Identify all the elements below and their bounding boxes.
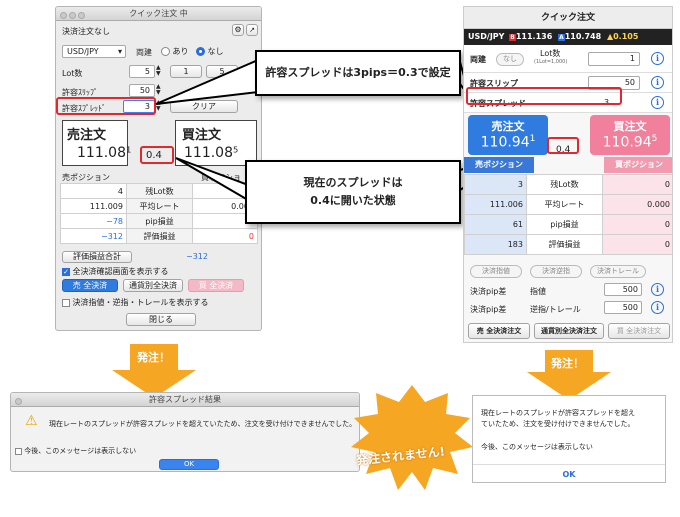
burst-icon	[351, 385, 473, 490]
mdialog-line1: 現在レートのスプレッドが許容スプレッドを超え	[481, 409, 635, 417]
mobile-result-dialog: 現在レートのスプレッドが許容スプレッドを超え ていたため、注文を受け付けできませ…	[472, 395, 666, 483]
mobile-ok-button[interactable]: OK	[473, 464, 665, 483]
mdialog-line2: ていたため、注文を受け付けできませんでした。	[481, 420, 635, 428]
mdialog-line3: 今後、このメッセージは表示しない	[481, 443, 593, 451]
